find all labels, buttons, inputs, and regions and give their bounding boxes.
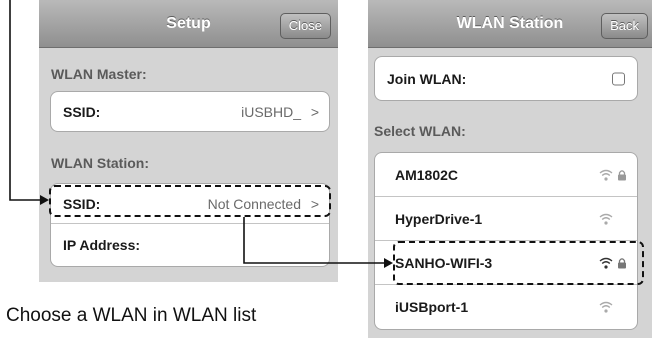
arrow-line-connector	[243, 217, 386, 264]
arrow-line-left	[9, 0, 42, 201]
arrowhead-right	[384, 258, 393, 268]
caption-text: Choose a WLAN in WLAN list	[6, 305, 257, 326]
arrowhead-left	[40, 195, 49, 205]
annotation-arrows	[9, 0, 393, 268]
